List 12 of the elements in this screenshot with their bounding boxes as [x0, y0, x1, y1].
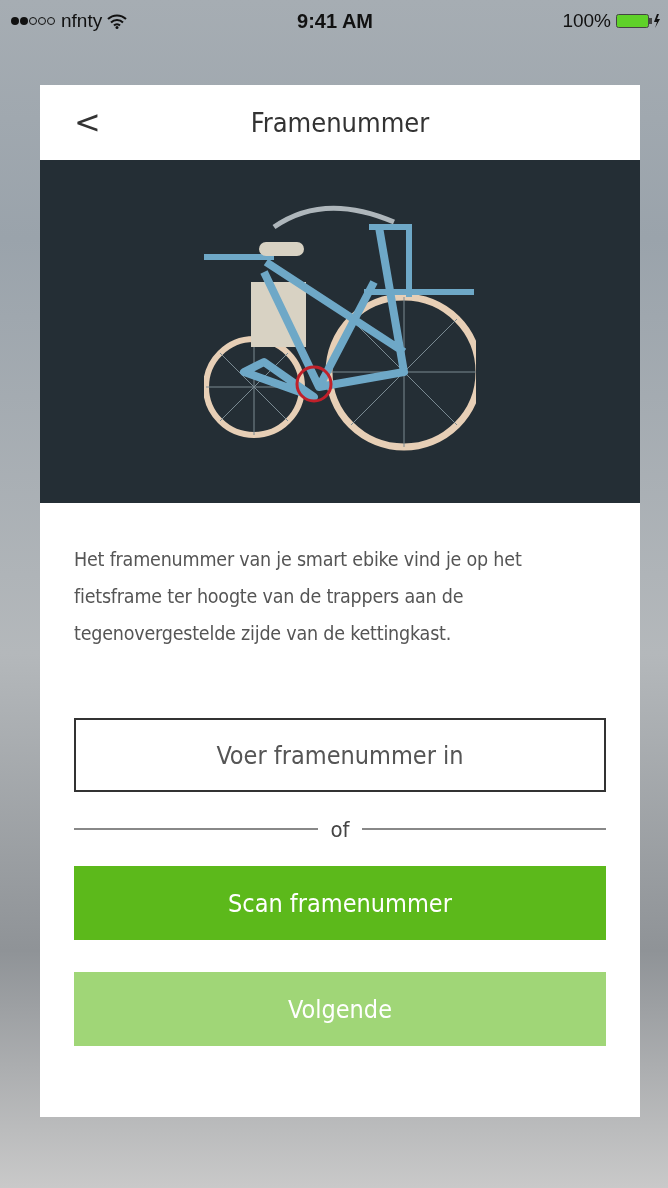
back-button[interactable]: < [68, 103, 107, 141]
battery-charging-icon [616, 13, 660, 29]
signal-icon [10, 16, 56, 26]
clock-time: 9:41 AM [297, 9, 373, 33]
screen-title: Framenummer [250, 107, 430, 138]
frame-number-input[interactable]: Voer framenummer in [74, 718, 606, 792]
battery-percentage: 100% [562, 10, 611, 32]
carrier-name: nfnty [61, 10, 103, 32]
wifi-icon [107, 13, 128, 29]
scan-button[interactable]: Scan framenummer [74, 866, 606, 940]
instruction-text: Het framenummer van je smart ebike vind je op het fietsframe ter hoogte van de trappers aan de tegenovergestelde zijde van de kettingkast. [74, 547, 523, 647]
separator-label: of [330, 816, 350, 842]
